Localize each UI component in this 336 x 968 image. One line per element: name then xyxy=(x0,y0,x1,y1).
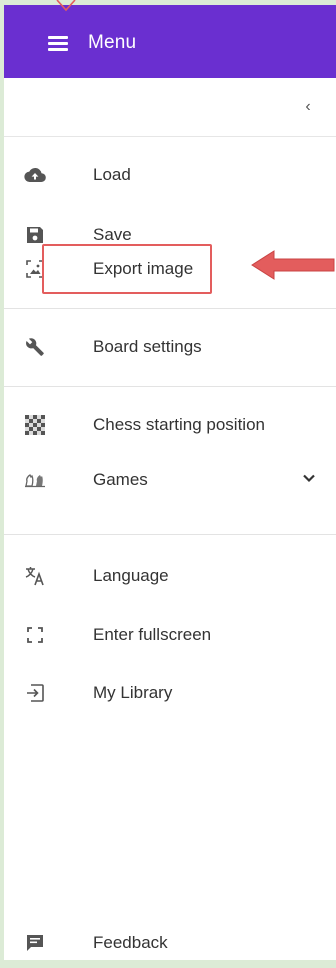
menu-item-label: Enter fullscreen xyxy=(93,625,212,644)
menu-item-load[interactable]: Load xyxy=(4,153,336,197)
menu-toggle-button[interactable]: Menu xyxy=(48,26,168,60)
menu-item-label: Board settings xyxy=(93,337,202,356)
click-indicator-icon xyxy=(56,0,76,12)
menu-title: Menu xyxy=(88,32,137,53)
menu-item-label: Save xyxy=(93,225,132,244)
menu-header: Menu xyxy=(4,0,336,78)
menu-item-label: Feedback xyxy=(93,933,168,952)
chess-pieces-icon xyxy=(24,469,46,491)
wrench-icon xyxy=(24,336,46,358)
menu-item-label: Load xyxy=(93,165,131,184)
collapse-row: ‹ xyxy=(4,78,336,137)
menu-item-games[interactable]: Games xyxy=(4,458,336,502)
menu-item-label: Games xyxy=(93,470,148,489)
translate-icon xyxy=(24,565,46,587)
page: Menu ‹ Load Save Export image Board sett… xyxy=(0,0,336,968)
menu-item-my-library[interactable]: My Library xyxy=(4,671,336,715)
menu-divider xyxy=(4,386,336,387)
library-icon xyxy=(24,682,46,704)
menu-item-label: Chess starting position xyxy=(93,415,265,434)
menu-item-label: Language xyxy=(93,566,169,585)
side-menu-panel: Menu ‹ Load Save Export image Board sett… xyxy=(4,0,336,960)
save-icon xyxy=(24,224,46,246)
menu-item-language[interactable]: Language xyxy=(4,554,336,598)
fullscreen-icon xyxy=(24,624,46,646)
feedback-icon xyxy=(24,932,46,954)
menu-divider xyxy=(4,534,336,535)
menu-item-enter-fullscreen[interactable]: Enter fullscreen xyxy=(4,613,336,657)
menu-item-label: My Library xyxy=(93,683,173,702)
collapse-menu-button[interactable]: ‹ xyxy=(298,96,318,118)
chevron-down-icon xyxy=(303,474,315,483)
menu-item-board-settings[interactable]: Board settings xyxy=(4,325,336,369)
menu-divider xyxy=(4,308,336,309)
highlight-annotation-box xyxy=(42,244,212,294)
menu-item-chess-starting-position[interactable]: Chess starting position xyxy=(4,403,336,447)
checkerboard-icon xyxy=(24,414,46,436)
chevron-left-icon: ‹ xyxy=(305,98,311,115)
arrow-pointer-icon xyxy=(251,250,335,280)
hamburger-icon xyxy=(48,35,68,51)
cloud-upload-icon xyxy=(24,164,46,186)
menu-item-feedback[interactable]: Feedback xyxy=(4,921,336,965)
